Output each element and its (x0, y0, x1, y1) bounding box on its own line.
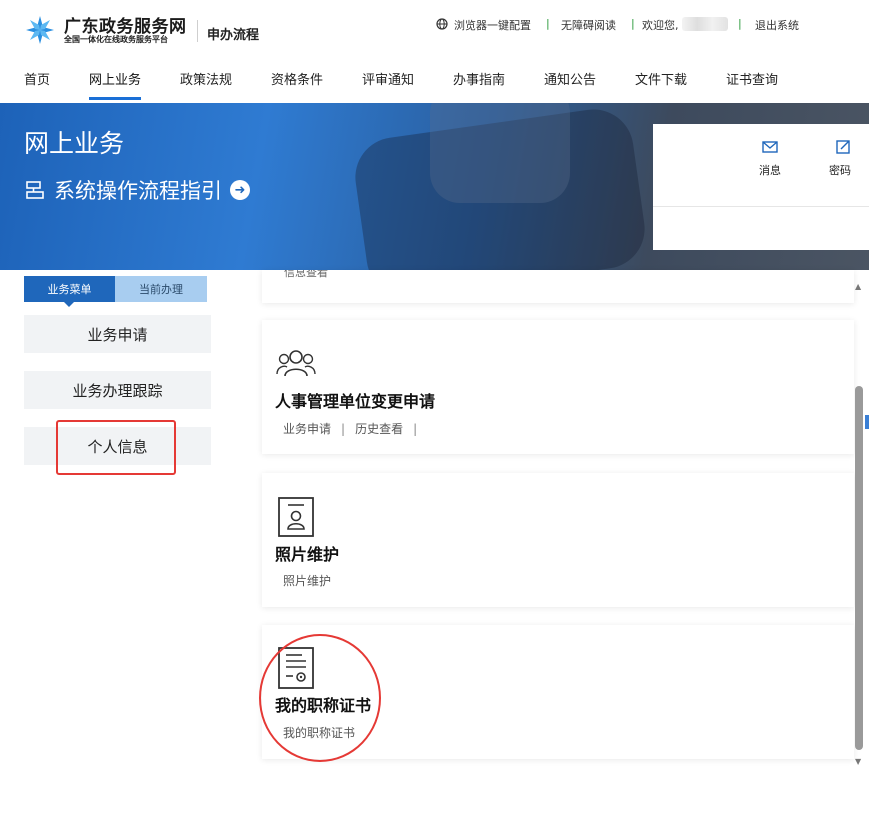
nav-item-review-notice[interactable]: 评审通知 (362, 69, 414, 88)
panel-divider (653, 206, 869, 207)
scrollbar-thumb[interactable] (855, 386, 863, 750)
nav-item-home[interactable]: 首页 (24, 69, 50, 88)
logout-link[interactable]: 退出系统 (755, 17, 799, 33)
banner-title: 网上业务 (24, 129, 125, 158)
card-link-business-apply[interactable]: 业务申请 (283, 422, 331, 436)
mail-icon (762, 141, 778, 153)
nav-item-certificate-query[interactable]: 证书查询 (726, 69, 778, 88)
util-separator: | (738, 17, 742, 30)
nav-item-qualification[interactable]: 资格条件 (271, 69, 323, 88)
arrow-right-icon: ➜ (230, 180, 250, 200)
link-separator: | (341, 422, 346, 436)
accessibility-link[interactable]: 无障碍阅读 (561, 17, 616, 33)
util-separator: | (631, 17, 635, 30)
card-links: 业务申请 | 历史查看 | (283, 420, 427, 437)
username-blurred (682, 17, 728, 31)
banner: 网上业务 系统操作流程指引 ➜ 消息 密码 (0, 103, 869, 270)
page: 广东政务服务网 全国一体化在线政务服务平台 申办流程 浏览器一键配置 | 无障碍… (0, 0, 869, 821)
password-button[interactable]: 密码 (829, 138, 869, 178)
site-header: 广东政务服务网 全国一体化在线政务服务平台 申办流程 浏览器一键配置 | 无障碍… (0, 0, 869, 58)
banner-decoration (430, 103, 570, 203)
browser-config-link[interactable]: 浏览器一键配置 (454, 17, 531, 33)
highlight-box (56, 420, 176, 475)
quick-panel: 消息 密码 (653, 124, 869, 250)
highlight-circle (259, 634, 381, 762)
nav-item-download[interactable]: 文件下载 (635, 69, 687, 88)
tab-current-handling[interactable]: 当前办理 (115, 276, 207, 302)
guide-icon (26, 181, 44, 199)
link-separator: | (413, 422, 418, 436)
card-info-view: 信息查看 (262, 270, 854, 303)
password-edit-icon (836, 140, 850, 154)
logo-icon[interactable] (24, 14, 56, 46)
nav-item-online-business[interactable]: 网上业务 (89, 69, 141, 88)
globe-icon (436, 18, 448, 30)
scroll-up-arrow-icon[interactable]: ▲ (855, 282, 861, 291)
operation-guide-link[interactable]: 系统操作流程指引 ➜ (24, 175, 250, 205)
edge-tab[interactable] (865, 415, 869, 429)
brand-flow-label: 申办流程 (207, 28, 260, 43)
sidebar-item-business-tracking[interactable]: 业务办理跟踪 (24, 371, 211, 409)
nav-item-guide[interactable]: 办事指南 (453, 69, 505, 88)
nav-item-policy[interactable]: 政策法规 (180, 69, 232, 88)
sidebar-item-business-apply[interactable]: 业务申请 (24, 315, 211, 353)
nav-active-indicator (89, 97, 141, 100)
message-label: 消息 (759, 164, 781, 177)
brand-subtitle: 全国一体化在线政务服务平台 (64, 35, 168, 44)
guide-label: 系统操作流程指引 (54, 179, 222, 203)
tab-business-menu[interactable]: 业务菜单 (24, 276, 115, 307)
brand-divider (197, 20, 198, 42)
password-label: 密码 (829, 164, 851, 177)
card-title[interactable]: 人事管理单位变更申请 (275, 388, 435, 412)
util-separator: | (546, 17, 550, 30)
card-link-info-view[interactable]: 信息查看 (284, 270, 328, 280)
users-icon (276, 350, 316, 377)
id-card-icon (278, 497, 314, 537)
card-link-history[interactable]: 历史查看 (355, 422, 403, 436)
card-links: 照片维护 (283, 572, 331, 589)
welcome-text: 欢迎您, (642, 19, 679, 32)
card-personnel-unit-change: 人事管理单位变更申请 业务申请 | 历史查看 | (262, 320, 854, 454)
message-button[interactable]: 消息 (740, 138, 800, 178)
scroll-down-arrow-icon[interactable]: ▼ (855, 757, 861, 766)
sidebar-tabs: 业务菜单 当前办理 (24, 276, 207, 307)
card-title[interactable]: 照片维护 (275, 541, 339, 565)
card-photo-maintenance: 照片维护 照片维护 (262, 473, 854, 607)
card-link-photo-maintenance[interactable]: 照片维护 (283, 574, 331, 588)
nav-item-announcement[interactable]: 通知公告 (544, 69, 596, 88)
